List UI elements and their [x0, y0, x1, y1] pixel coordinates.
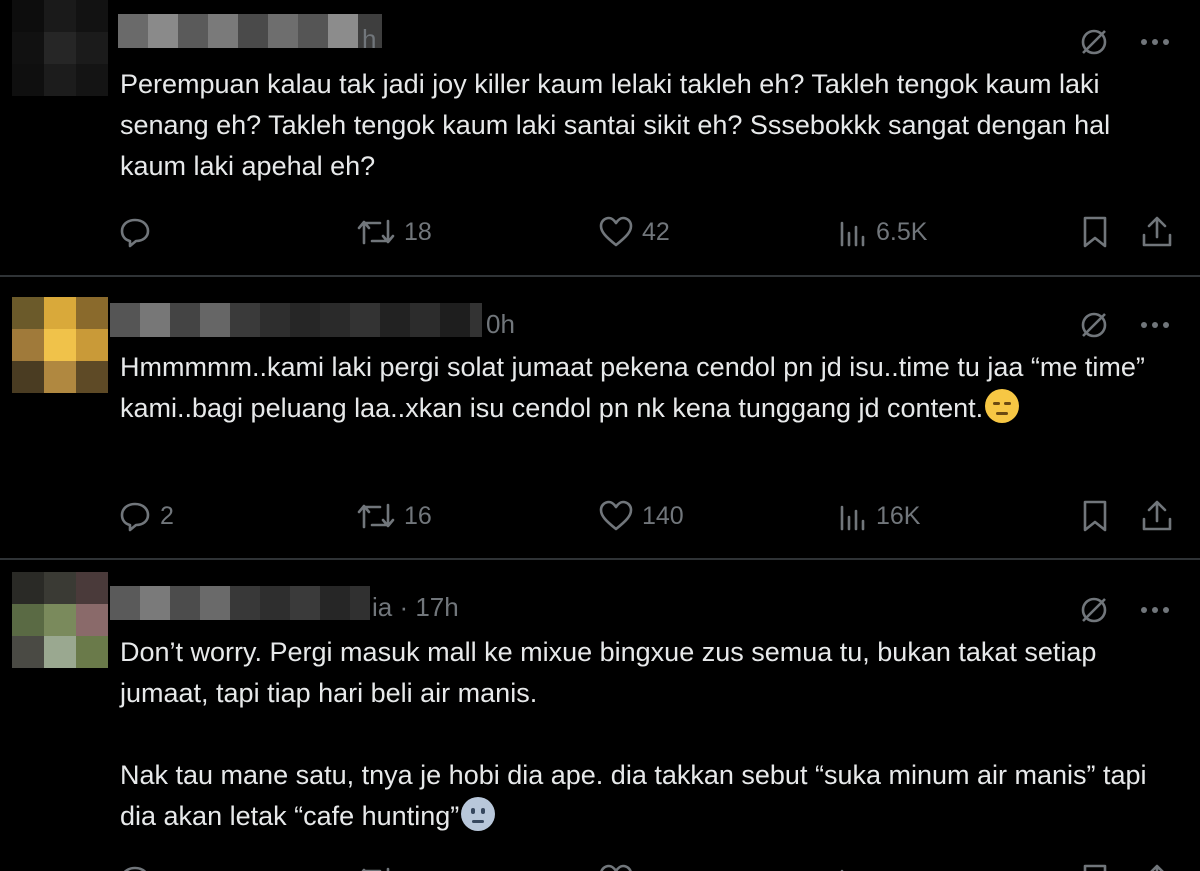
- bookmark-icon: [1083, 500, 1107, 532]
- views-icon: [840, 869, 844, 871]
- tweet-text: Perempuan kalau tak jadi joy killer kaum…: [120, 69, 1118, 181]
- views-button[interactable]: [838, 860, 868, 871]
- share-icon: [1142, 216, 1172, 247]
- like-count: 140: [642, 501, 684, 530]
- share-button[interactable]: [1140, 860, 1174, 871]
- retweet-icon: [361, 867, 390, 871]
- reply-button[interactable]: [118, 860, 152, 871]
- tweet-3[interactable]: ia · 17h Don’t worry. Pergi masuk mall k…: [0, 560, 1200, 871]
- like-icon: [600, 864, 632, 871]
- like-icon: [599, 216, 633, 247]
- grok-icon[interactable]: [1078, 594, 1110, 626]
- views-icon: [840, 505, 865, 531]
- like-icon: [599, 500, 633, 531]
- tweet-text-content: Don’t worry. Pergi masuk mall ke mixue b…: [120, 637, 1147, 831]
- bookmark-button[interactable]: [1080, 212, 1110, 252]
- views-button[interactable]: 6.5K: [838, 212, 927, 252]
- avatar-blurred[interactable]: [12, 572, 108, 668]
- tweet-actions: 2 16 140 16K: [118, 496, 1180, 536]
- like-button[interactable]: 42: [598, 212, 670, 252]
- tweet-actions: [118, 860, 1180, 871]
- reply-icon: [123, 866, 147, 871]
- bookmark-button[interactable]: [1080, 860, 1110, 871]
- share-button[interactable]: [1140, 496, 1174, 536]
- like-button[interactable]: 140: [598, 496, 684, 536]
- username-blurred[interactable]: [110, 586, 370, 620]
- share-button[interactable]: [1140, 212, 1174, 252]
- like-button[interactable]: [598, 860, 634, 871]
- username-blurred[interactable]: [110, 303, 482, 337]
- tweet-time[interactable]: h: [362, 24, 376, 55]
- relieved-face-emoji: [985, 389, 1020, 423]
- reply-icon: [120, 218, 150, 248]
- reply-button[interactable]: [118, 212, 160, 252]
- bookmark-icon: [1083, 864, 1107, 871]
- views-icon: [840, 221, 865, 247]
- tweet-time[interactable]: 0h: [486, 309, 515, 340]
- tweet-time[interactable]: ia · 17h: [372, 592, 459, 623]
- reply-button[interactable]: 2: [118, 496, 174, 536]
- view-count: 16K: [876, 501, 921, 530]
- like-count: 42: [642, 217, 670, 246]
- bookmark-icon: [1083, 216, 1107, 248]
- tweet-1[interactable]: h Perempuan kalau tak jadi joy killer ka…: [0, 0, 1200, 275]
- more-icon[interactable]: [1140, 606, 1170, 614]
- reply-icon: [120, 502, 150, 532]
- grok-icon[interactable]: [1078, 26, 1110, 58]
- neutral-face-emoji: [461, 797, 496, 831]
- more-icon[interactable]: [1140, 321, 1170, 329]
- view-count: 6.5K: [876, 217, 928, 246]
- retweet-count: 16: [404, 501, 432, 530]
- bookmark-button[interactable]: [1080, 496, 1110, 536]
- grok-icon[interactable]: [1078, 309, 1110, 341]
- tweet-text: Hmmmmm..kami laki pergi solat jumaat pek…: [120, 347, 1180, 429]
- retweet-count: 18: [404, 217, 432, 246]
- username-blurred[interactable]: [118, 14, 382, 48]
- tweet-2[interactable]: 0h Hmmmmm..kami laki pergi solat jumaat …: [0, 277, 1200, 558]
- tweet-text: Don’t worry. Pergi masuk mall ke mixue b…: [120, 632, 1180, 837]
- retweet-button[interactable]: 16: [356, 496, 432, 536]
- reply-count: 2: [160, 501, 174, 530]
- retweet-button[interactable]: [356, 860, 396, 871]
- retweet-icon: [357, 503, 395, 529]
- views-button[interactable]: 16K: [838, 496, 920, 536]
- share-icon: [1150, 864, 1164, 871]
- avatar-blurred[interactable]: [12, 297, 108, 393]
- retweet-icon: [357, 219, 395, 245]
- more-icon[interactable]: [1140, 38, 1170, 46]
- retweet-button[interactable]: 18: [356, 212, 432, 252]
- share-icon: [1142, 500, 1172, 531]
- avatar-blurred[interactable]: [12, 0, 108, 96]
- tweet-actions: 18 42 6.5K: [118, 212, 1180, 252]
